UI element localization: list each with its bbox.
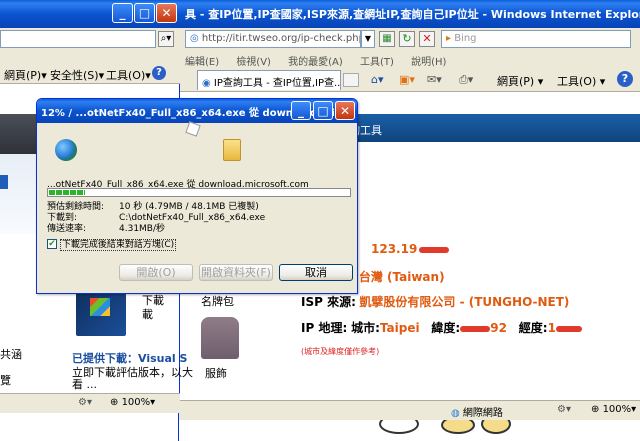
- address-dropdown-icon[interactable]: ▼: [361, 30, 375, 48]
- left-search-icon[interactable]: ⌕▾: [158, 31, 174, 47]
- bg-status-bar: ◍ 網際網路 ⚙▾ ⊕ 100%▾: [179, 400, 640, 420]
- city-label: 城市:: [351, 321, 380, 335]
- promo-text-2: 看 ...: [72, 378, 97, 391]
- bg-page-menu[interactable]: 網頁(P) ▾: [497, 73, 543, 89]
- lon-label: 經度:: [518, 321, 548, 335]
- country-row: 台灣 (Taiwan): [343, 268, 445, 285]
- tab-ip-lookup[interactable]: ◉ IP查詢工具 - 查IP位置,IP查...: [197, 70, 341, 90]
- menu-edit[interactable]: 編輯(E): [185, 57, 219, 68]
- zone-indicator[interactable]: ◍ 網際網路: [451, 404, 503, 419]
- hoodie-image[interactable]: [201, 317, 239, 359]
- left-tools-menu[interactable]: 工具(O)▾: [106, 67, 151, 83]
- bing-icon: ▸: [446, 33, 455, 44]
- left-status-bar: ⚙▾ ⊕ 100%▾: [0, 393, 180, 413]
- lat-label: 緯度:: [431, 321, 461, 335]
- windows7-box-image[interactable]: [76, 288, 126, 336]
- dialog-close-button[interactable]: ✕: [335, 101, 355, 120]
- geo-row: IP 地理: 城市:Taipei 緯度: 92 經度:1: [301, 319, 582, 336]
- bag-category-label[interactable]: 名牌包: [201, 293, 234, 309]
- redacted-mark: [419, 246, 450, 253]
- download-progress-bar: [47, 188, 351, 197]
- stop-icon[interactable]: ✕: [419, 31, 435, 47]
- folder-icon: [223, 139, 241, 161]
- new-tab-button[interactable]: [343, 73, 359, 87]
- cartoon-graphic: [369, 420, 519, 441]
- left-text-2: 覽: [0, 374, 11, 387]
- left-blank-row: [0, 50, 180, 64]
- bg-tools-menu[interactable]: 工具(O) ▾: [557, 73, 605, 89]
- clothes-category-label[interactable]: 服飾: [205, 365, 227, 381]
- lon-redacted: [555, 325, 582, 332]
- left-address-row: ⌕▾: [0, 28, 180, 50]
- bg-window-title: 具 - 查IP位置,IP查國家,ISP來源,查網址IP,查詢自己IP位址 - W…: [185, 8, 640, 21]
- help-icon[interactable]: ?: [617, 71, 633, 87]
- lat-redacted: [460, 325, 491, 332]
- left-status-gear-icon: ⚙▾: [78, 397, 92, 408]
- print-icon[interactable]: ⎙▾: [459, 73, 473, 87]
- open-button[interactable]: 開啟(O): [119, 264, 193, 281]
- checkbox-label: 下載完成後結束對話方塊(C): [59, 239, 177, 251]
- isp-label: ISP 來源:: [301, 295, 356, 309]
- protected-mode-icon: ⚙▾: [557, 404, 571, 415]
- globe-icon: [55, 139, 77, 161]
- left-close-button[interactable]: ✕: [156, 3, 177, 23]
- menu-tools[interactable]: 工具(T): [360, 57, 394, 68]
- menu-view[interactable]: 檢視(V): [236, 57, 271, 68]
- open-folder-button[interactable]: 開啟資料夾(F): [199, 264, 273, 281]
- download-fields: 預估剩餘時間: 10 秒 (4.79MB / 48.1MB 已複製) 下載到: C:…: [47, 199, 347, 234]
- left-blue-shape: [0, 175, 8, 189]
- cancel-button[interactable]: 取消: [279, 264, 353, 281]
- compat-view-icon[interactable]: ▦: [379, 31, 395, 47]
- bg-tab-row: ◉ IP查詢工具 - 查IP位置,IP查... ⌂▾ ▣▾ ✉▾ ⎙▾ 網頁(P…: [179, 68, 640, 92]
- home-icon[interactable]: ⌂▾: [371, 73, 384, 86]
- isp-row: ISP 來源: 凱擘股份有限公司 - (TUNGHO-NET): [301, 293, 569, 310]
- page-icon: ◎: [190, 33, 202, 44]
- bg-zoom-control[interactable]: ⊕ 100%▾: [591, 404, 636, 415]
- progress-fill: [49, 190, 85, 195]
- bg-address-row: ◎ http://itir.twseo.org/ip-check.php ▼ ▦…: [179, 28, 640, 50]
- left-toolbar: 網頁(P)▾ 安全性(S)▾ 工具(O)▾ ?: [0, 64, 180, 84]
- bg-menu-bar: 編輯(E) 檢視(V) 我的最愛(A) 工具(T) 說明(H): [179, 50, 640, 68]
- ie-tab-icon: ◉: [202, 78, 214, 89]
- field-row-time: 預估剩餘時間: 10 秒 (4.79MB / 48.1MB 已複製): [47, 202, 259, 212]
- geo-label: IP 地理:: [301, 321, 348, 335]
- ip-address-value: 123.19: [371, 242, 450, 256]
- isp-value: 凱擘股份有限公司 - (TUNGHO-NET): [359, 295, 570, 309]
- bg-window-titlebar[interactable]: 具 - 查IP位置,IP查國家,ISP來源,查網址IP,查詢自己IP位址 - W…: [179, 0, 640, 28]
- mail-icon[interactable]: ✉▾: [427, 73, 442, 86]
- bing-search-input[interactable]: ▸ Bing: [441, 30, 631, 48]
- left-minimize-button[interactable]: _: [112, 3, 133, 23]
- refresh-icon[interactable]: ↻: [399, 31, 415, 47]
- download-label-2[interactable]: 載: [142, 306, 153, 322]
- menu-help[interactable]: 說明(H): [411, 57, 446, 68]
- left-page-menu[interactable]: 網頁(P)▾: [4, 67, 47, 83]
- menu-favorites[interactable]: 我的最愛(A): [288, 57, 343, 68]
- country-value: 台灣 (Taiwan): [358, 270, 445, 284]
- flying-paper-icon: [185, 121, 201, 137]
- left-safety-menu[interactable]: 安全性(S)▾: [50, 67, 104, 83]
- dialog-minimize-button[interactable]: _: [291, 101, 311, 120]
- left-text-1: 共涵: [0, 348, 22, 361]
- location-note: (城市及緯度僅作參考): [301, 347, 380, 356]
- left-window-titlebar[interactable]: _ □ ✕: [0, 0, 180, 28]
- dialog-maximize-button[interactable]: □: [313, 101, 333, 120]
- feeds-icon[interactable]: ▣▾: [399, 73, 415, 86]
- city-value: Taipei: [379, 321, 420, 335]
- download-dialog: 12% / ...otNetFx40_Full_x86_x64.exe 從 do…: [36, 98, 358, 294]
- close-on-complete-checkbox[interactable]: ✔: [47, 238, 57, 249]
- bg-address-input[interactable]: ◎ http://itir.twseo.org/ip-check.php: [185, 30, 361, 48]
- close-on-complete-checkbox-row[interactable]: ✔ 下載完成後結束對話方塊(C): [47, 237, 177, 251]
- field-row-path: 下載到: C:\dotNetFx40_Full_x86_x64.exe: [47, 213, 266, 223]
- left-help-icon[interactable]: ?: [152, 66, 166, 80]
- globe-icon: ◍: [451, 408, 463, 419]
- left-zoom-control[interactable]: ⊕ 100%▾: [110, 397, 155, 408]
- left-maximize-button[interactable]: □: [134, 3, 155, 23]
- left-search-input[interactable]: [0, 30, 156, 48]
